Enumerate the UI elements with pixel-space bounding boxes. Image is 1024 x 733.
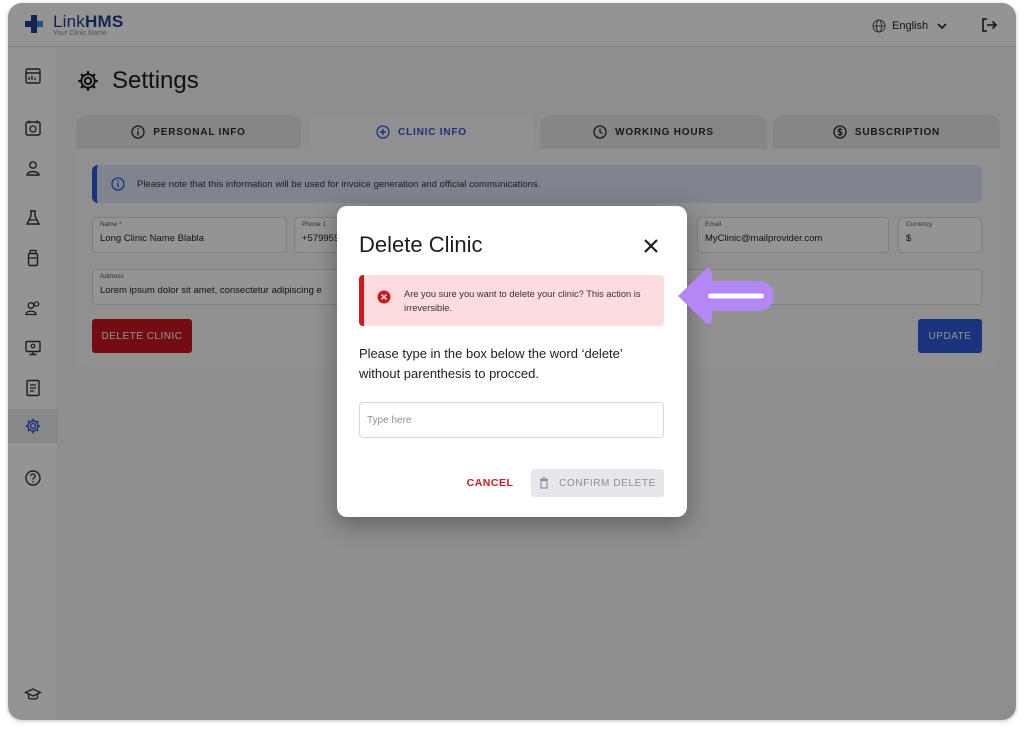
error-circle-icon — [377, 290, 391, 304]
dialog-title: Delete Clinic — [359, 232, 483, 257]
warning-alert: Are you sure you want to delete your cli… — [359, 275, 664, 326]
delete-clinic-dialog: Delete Clinic Are you sure you want to d… — [337, 206, 687, 517]
close-icon[interactable] — [641, 236, 661, 256]
annotation-arrow-icon — [678, 268, 774, 324]
instruction-text: Please type in the box below the word ‘d… — [359, 346, 623, 381]
confirm-delete-button[interactable]: CONFIRM DELETE — [531, 469, 664, 497]
trash-icon — [540, 477, 549, 489]
cancel-button[interactable]: CANCEL — [461, 469, 519, 497]
alert-message: Are you sure you want to delete your cli… — [404, 289, 641, 313]
app-window: LinkHMS Your Clinic Name English Setting… — [8, 3, 1016, 720]
confirm-delete-label: CONFIRM DELETE — [559, 477, 656, 489]
delete-confirmation-input[interactable] — [359, 402, 664, 438]
